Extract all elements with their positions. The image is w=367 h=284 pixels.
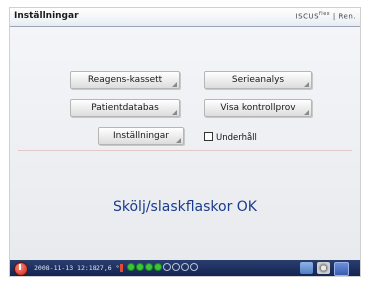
indicator-off-icon	[172, 263, 180, 271]
settings-icon[interactable]	[317, 262, 330, 274]
brand-suffix: | Ren.	[332, 12, 356, 21]
serieanalys-button[interactable]: Serieanalys	[204, 71, 312, 89]
brand-name: ISCUS	[295, 12, 320, 21]
patientdatabas-label: Patientdatabas	[91, 103, 159, 113]
brand-sup: flex	[319, 11, 331, 17]
keyboard-icon[interactable]	[300, 262, 313, 274]
reagens-kassett-label: Reagens-kassett	[87, 75, 163, 85]
brand-logo: ISCUSflex | Ren.	[296, 11, 356, 20]
corner-icon	[172, 82, 177, 87]
corner-icon	[304, 82, 309, 87]
folder-icon[interactable]	[334, 262, 349, 276]
indicator-on-icon	[154, 263, 162, 271]
title-bar: Inställningar ISCUSflex | Ren.	[10, 8, 360, 27]
underhall-label: Underhåll	[216, 133, 257, 143]
status-indicators	[127, 263, 198, 273]
app-screen: Inställningar ISCUSflex | Ren. Reagens-k…	[10, 8, 360, 276]
divider	[18, 150, 352, 151]
power-icon[interactable]	[14, 262, 28, 276]
visa-kontrollprov-button[interactable]: Visa kontrollprov	[204, 99, 312, 117]
taskbar: 2008-11-13 12:18 27,6 °C	[10, 260, 360, 276]
indicator-on-icon	[127, 263, 135, 271]
indicator-on-icon	[145, 263, 153, 271]
main-panel: Reagens-kassett Serieanalys Patientdatab…	[10, 27, 360, 260]
visa-kontrollprov-label: Visa kontrollprov	[220, 103, 296, 113]
checkbox-box[interactable]	[204, 132, 213, 141]
installningar-button[interactable]: Inställningar	[98, 127, 184, 145]
corner-icon	[172, 110, 177, 115]
indicator-off-icon	[163, 263, 171, 271]
indicator-on-icon	[136, 263, 144, 271]
underhall-checkbox[interactable]: Underhåll	[204, 132, 257, 143]
serieanalys-label: Serieanalys	[231, 75, 285, 85]
corner-icon	[176, 138, 181, 143]
installningar-label: Inställningar	[113, 131, 169, 141]
indicator-off-icon	[181, 263, 189, 271]
reagens-kassett-button[interactable]: Reagens-kassett	[70, 71, 180, 89]
corner-icon	[304, 110, 309, 115]
indicator-off-icon	[190, 263, 198, 271]
datetime: 2008-11-13 12:18	[34, 264, 97, 272]
status-message: Skölj/slaskflaskor OK	[113, 199, 257, 215]
window-title: Inställningar	[14, 11, 79, 21]
patientdatabas-button[interactable]: Patientdatabas	[70, 99, 180, 117]
thermometer-icon	[120, 264, 123, 272]
